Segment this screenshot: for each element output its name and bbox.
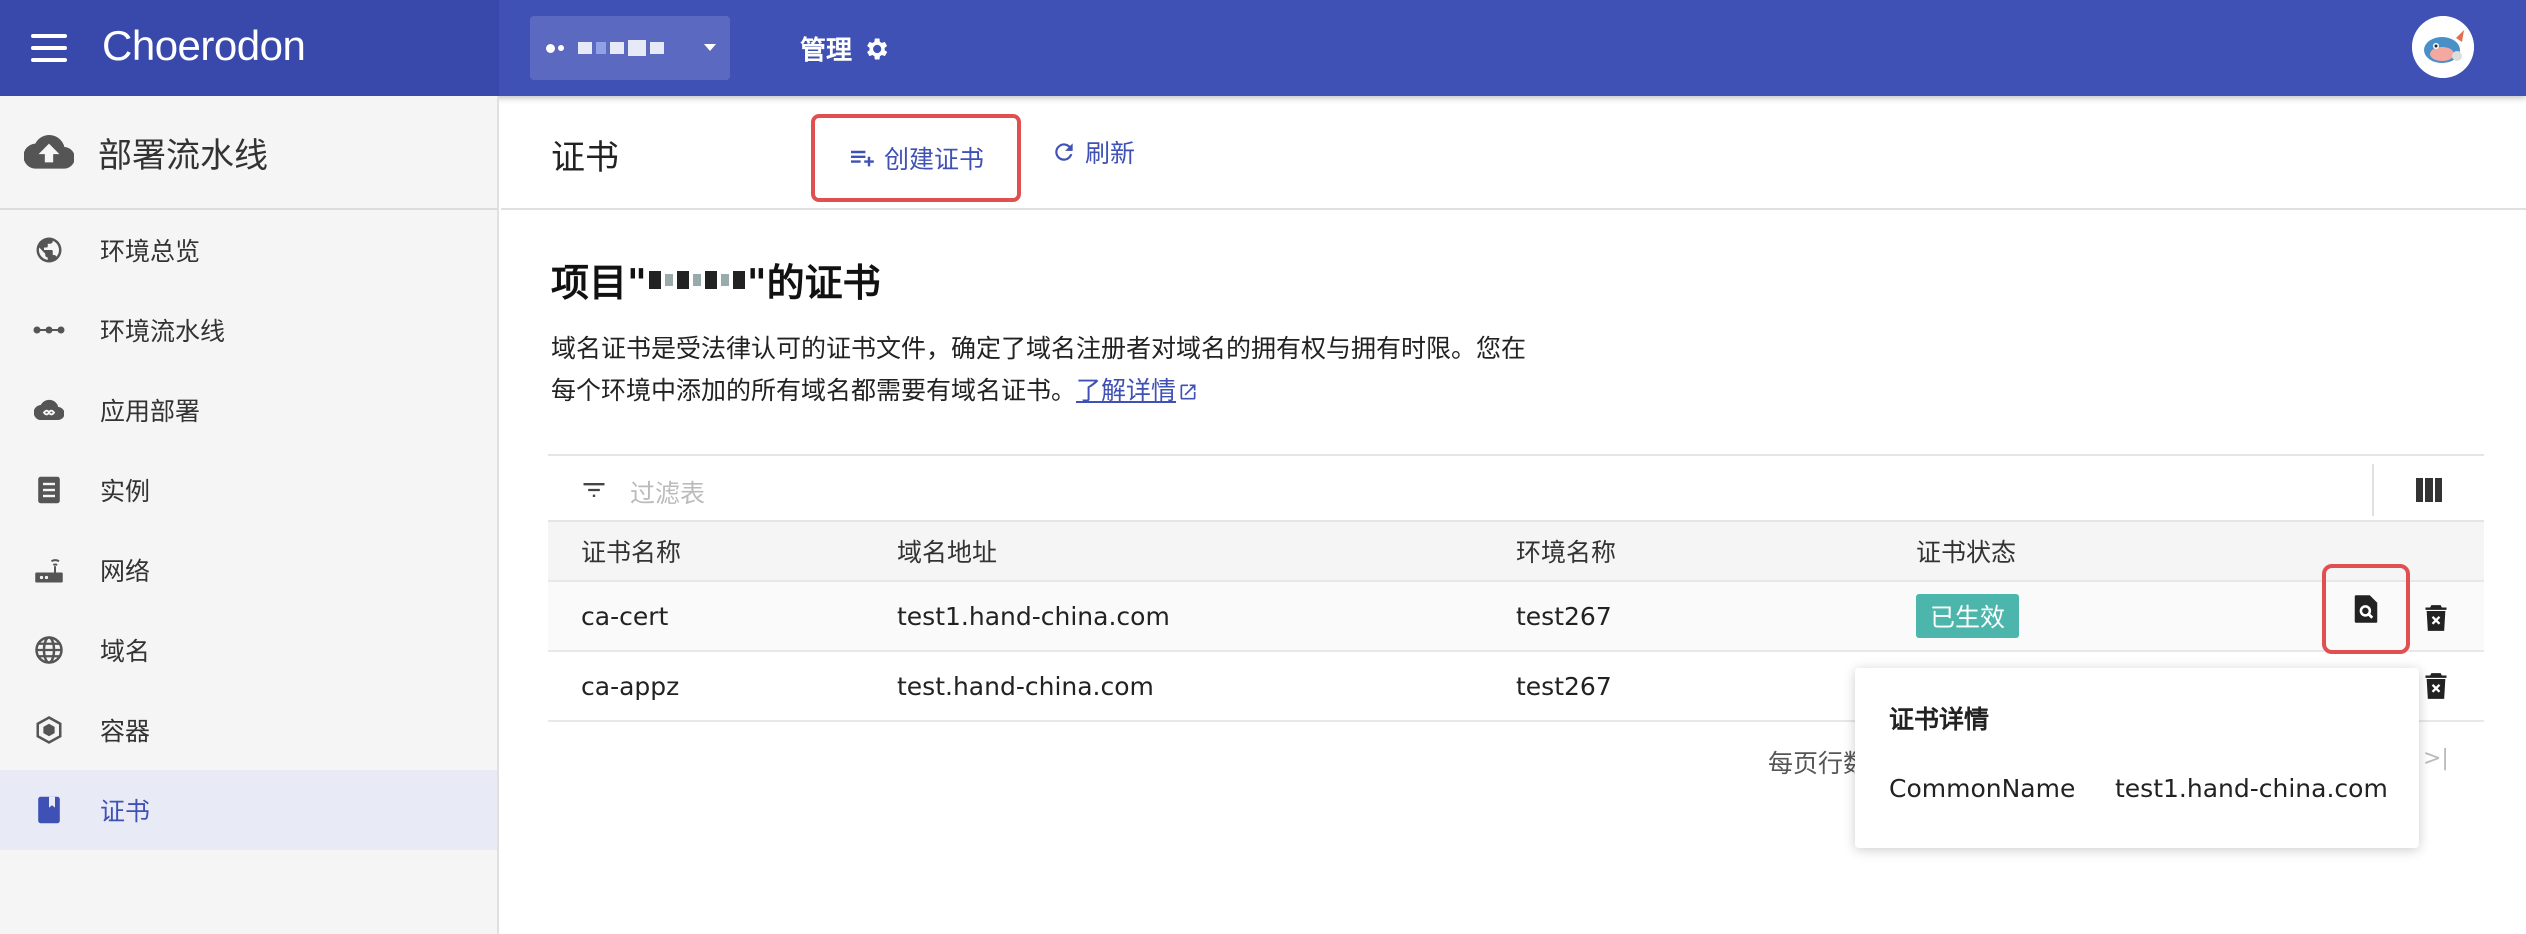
instance-icon (32, 473, 66, 507)
filter-icon (583, 483, 605, 497)
avatar[interactable] (2412, 16, 2474, 78)
sidebar-item-label: 证书 (100, 797, 151, 826)
content-title: 项目" "的证书 (551, 252, 881, 307)
project-icon (546, 43, 564, 53)
brand-area: Choerodon (0, 0, 499, 96)
sidebar-item-network[interactable]: 网络 (0, 530, 497, 610)
content-title-suffix: "的证书 (746, 261, 881, 305)
delete-icon[interactable] (2424, 672, 2448, 700)
sidebar-item-label: 应用部署 (100, 397, 201, 426)
refresh-icon (1055, 143, 1073, 161)
pipeline-dots-icon (32, 313, 66, 347)
learn-more-link[interactable]: 了解详情 (1076, 376, 1176, 405)
popover-title: 证书详情 (1889, 705, 1990, 734)
router-icon (32, 553, 66, 587)
filter-bar: 过滤表 (548, 454, 2484, 522)
brand-name: Choerodon (102, 22, 306, 69)
sidebar-item-app-deploy[interactable]: 应用部署 (0, 370, 497, 450)
cell-cert-name: ca-cert (581, 601, 669, 631)
project-selector[interactable] (530, 16, 730, 80)
view-detail-button[interactable] (2322, 564, 2410, 654)
sidebar-item-env-overview[interactable]: 环境总览 (0, 210, 497, 290)
table-header: 证书名称 域名地址 环境名称 证书状态 (548, 522, 2484, 582)
sidebar-item-label: 环境总览 (100, 237, 201, 266)
column-header-name[interactable]: 证书名称 (581, 533, 681, 569)
cell-domain: test.hand-china.com (897, 671, 1154, 701)
page-description: 域名证书是受法律认可的证书文件，确定了域名注册者对域名的拥有权与拥有时限。您在 … (551, 328, 1611, 412)
description-line-2: 每个环境中添加的所有域名都需要有域名证书。 (551, 376, 1077, 405)
menu-icon[interactable] (31, 34, 67, 62)
certificate-detail-popover: 证书详情 CommonName test1.hand-china.com (1855, 668, 2419, 848)
rows-per-page-label: 每页行数 (1768, 749, 1869, 778)
page-header: 证书 创建证书 刷新 (501, 96, 2526, 210)
sidebar: 部署流水线 环境总览 环境流水线 应用部署 实例 网络 域名 容器 证书 (0, 96, 499, 934)
sidebar-header: 部署流水线 (0, 96, 497, 210)
sidebar-item-label: 网络 (100, 557, 151, 586)
gear-icon (867, 38, 888, 59)
container-icon (32, 713, 66, 747)
popover-key: CommonName (1889, 774, 2076, 803)
sidebar-item-label: 容器 (100, 717, 151, 746)
sidebar-item-certificate[interactable]: 证书 (0, 770, 497, 850)
sidebar-item-label: 域名 (100, 637, 151, 666)
create-certificate-button[interactable]: 创建证书 (811, 114, 1021, 202)
project-name-blurred (578, 40, 664, 56)
columns-icon[interactable] (2416, 478, 2442, 502)
top-bar: Choerodon 管理 (0, 0, 2526, 96)
domain-globe-icon (32, 633, 66, 667)
playlist-add-icon (850, 150, 874, 167)
column-header-domain[interactable]: 域名地址 (897, 533, 997, 569)
delete-icon[interactable] (2424, 604, 2448, 632)
book-icon (32, 793, 66, 827)
manage-button[interactable]: 管理 (800, 30, 890, 67)
cell-cert-name: ca-appz (581, 671, 680, 701)
sidebar-item-label: 环境流水线 (100, 317, 226, 346)
refresh-label: 刷新 (1085, 139, 1136, 168)
external-link-icon (1180, 384, 1196, 400)
sidebar-section-title: 部署流水线 (98, 135, 268, 176)
content-title-prefix: 项目" (551, 261, 647, 305)
globe-icon (32, 233, 66, 267)
description-line-1: 域名证书是受法律认可的证书文件，确定了域名注册者对域名的拥有权与拥有时限。您在 (551, 334, 1527, 363)
cell-env: test267 (1516, 671, 1612, 701)
page-title: 证书 (551, 138, 619, 178)
cloud-infinity-icon (32, 393, 66, 427)
sidebar-item-label: 实例 (100, 477, 151, 506)
column-header-status[interactable]: 证书状态 (1916, 533, 2016, 569)
project-name-blurred (648, 270, 745, 289)
divider (2372, 464, 2374, 516)
sidebar-item-domain[interactable]: 域名 (0, 610, 497, 690)
refresh-button[interactable]: 刷新 (1051, 134, 1135, 170)
column-header-env[interactable]: 环境名称 (1516, 533, 1616, 569)
filter-input[interactable]: 过滤表 (630, 474, 705, 510)
create-certificate-label: 创建证书 (883, 145, 984, 174)
status-badge: 已生效 (1916, 594, 2020, 638)
cloud-upload-icon (24, 135, 74, 169)
last-page-icon[interactable]: >| (2423, 746, 2449, 771)
manage-label: 管理 (800, 36, 853, 66)
cell-env: test267 (1516, 601, 1612, 631)
sidebar-item-env-pipeline[interactable]: 环境流水线 (0, 290, 497, 370)
sidebar-item-container[interactable]: 容器 (0, 690, 497, 770)
table-row: ca-cert test1.hand-china.com test267 已生效 (548, 564, 2484, 654)
popover-value: test1.hand-china.com (2115, 774, 2388, 803)
sidebar-item-instance[interactable]: 实例 (0, 450, 497, 530)
chevron-down-icon (704, 44, 716, 51)
file-search-icon (2354, 595, 2378, 623)
cell-domain: test1.hand-china.com (897, 601, 1170, 631)
